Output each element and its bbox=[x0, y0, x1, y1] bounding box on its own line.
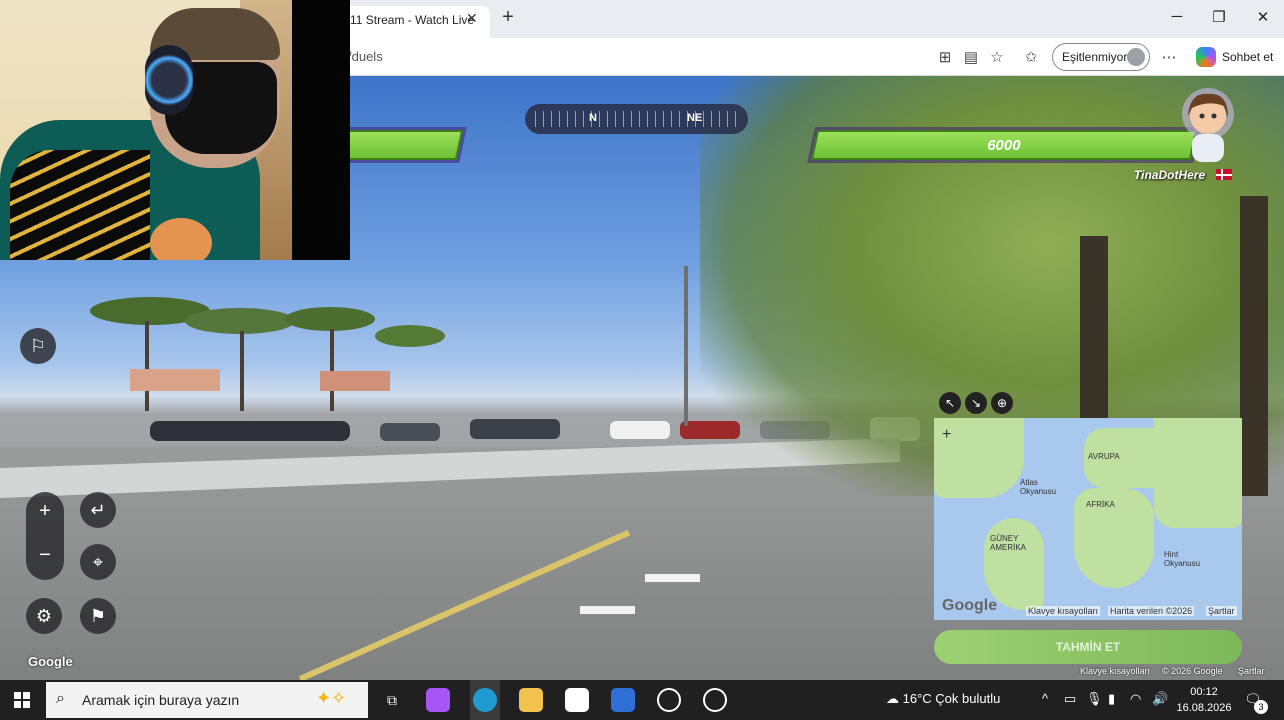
close-icon[interactable]: ✕ bbox=[466, 10, 478, 27]
clock-date: 16.08.2026 bbox=[1176, 702, 1232, 714]
search-icon: ⌕ bbox=[56, 690, 65, 707]
mail-icon[interactable] bbox=[611, 688, 635, 712]
opponent-avatar bbox=[1182, 88, 1234, 162]
restore-icon[interactable]: ❐ bbox=[1210, 8, 1228, 26]
streaming-app-icon[interactable] bbox=[703, 688, 727, 712]
windows-start-icon[interactable] bbox=[14, 692, 30, 708]
screen: N NE 6000 TinaDotHere ⚐ + − ↵ ⌖ ⚙ ⚑ Goog… bbox=[0, 0, 1284, 720]
label-south-america: GÜNEY AMERİKA bbox=[990, 534, 1027, 552]
weather-text: 16°C Çok bulutlu bbox=[902, 691, 1001, 706]
tab-title: 11 Stream - Watch Live bbox=[350, 13, 475, 27]
webcam-border bbox=[292, 0, 350, 260]
map-terms[interactable]: Şartlar bbox=[1206, 606, 1237, 616]
undo-move-icon[interactable]: ↵ bbox=[80, 492, 116, 528]
meet-icon[interactable]: ▭ bbox=[1064, 691, 1076, 707]
headset-icon bbox=[145, 45, 193, 115]
copilot-label[interactable]: Sohbet et bbox=[1222, 50, 1273, 64]
return-to-start-icon[interactable]: ⌖ bbox=[80, 544, 116, 580]
compass-bar: N NE bbox=[525, 104, 748, 134]
battery-icon[interactable]: ▮ bbox=[1108, 691, 1115, 707]
more-icon[interactable]: ⋯ bbox=[1160, 48, 1178, 66]
cloud-icon: ☁ bbox=[886, 691, 903, 706]
sync-button[interactable]: Eşitlenmiyor bbox=[1052, 43, 1150, 71]
copilot-app-icon[interactable] bbox=[426, 688, 450, 712]
asia-land bbox=[1154, 418, 1242, 528]
weather-widget[interactable]: ☁ 16°C Çok bulutlu bbox=[886, 691, 1000, 707]
opponent-name: TinaDotHere bbox=[1134, 168, 1206, 182]
opponent-health-bar: 6000 bbox=[810, 130, 1198, 160]
opponent-health-value: 6000 bbox=[987, 137, 1021, 154]
apps-icon[interactable]: ⊞ bbox=[936, 48, 954, 66]
sparkle-icon: ✦✧ bbox=[316, 688, 347, 708]
window-close-icon[interactable]: ✕ bbox=[1254, 8, 1272, 26]
map-data-credit[interactable]: Harita verileri ©2026 bbox=[1108, 606, 1195, 616]
pine-trees bbox=[90, 297, 445, 411]
notification-count: 3 bbox=[1254, 700, 1268, 714]
map-zoom-in-icon[interactable]: + bbox=[942, 426, 951, 444]
wifi-icon[interactable]: ◠ bbox=[1130, 691, 1141, 707]
volume-icon[interactable]: 🔊 bbox=[1152, 691, 1168, 707]
clock-time: 00:12 bbox=[1190, 686, 1218, 698]
favorite-star-icon[interactable]: ☆ bbox=[988, 48, 1006, 66]
compass-north: N bbox=[589, 112, 597, 124]
copilot-icon[interactable] bbox=[1196, 47, 1216, 67]
google-logo: Google bbox=[28, 654, 73, 669]
report-icon[interactable]: ⚐ bbox=[20, 328, 56, 364]
zoom-in-icon[interactable]: + bbox=[26, 500, 64, 523]
store-icon[interactable] bbox=[565, 688, 589, 712]
favorites-icon[interactable]: ✩ bbox=[1022, 48, 1040, 66]
denmark-flag-icon bbox=[1216, 169, 1232, 180]
road-arrow bbox=[645, 574, 700, 582]
task-view-icon[interactable]: ⧉ bbox=[380, 688, 404, 712]
sv-copyright: © 2026 Google bbox=[1162, 666, 1223, 676]
settings-icon[interactable]: ⚙ bbox=[26, 598, 62, 634]
jacket-stripes bbox=[10, 150, 150, 260]
minimize-icon[interactable]: ─ bbox=[1168, 8, 1186, 25]
tree-trunk bbox=[1240, 196, 1268, 496]
label-africa: AFRİKA bbox=[1086, 500, 1115, 509]
label-indian-ocean: Hint Okyanusu bbox=[1164, 550, 1201, 568]
flag-icon[interactable]: ⚑ bbox=[80, 598, 116, 634]
expand-map-icon[interactable]: ↖ bbox=[939, 392, 961, 414]
map-google-logo: Google bbox=[942, 597, 998, 614]
sv-terms[interactable]: Şartlar bbox=[1238, 666, 1265, 676]
pin-map-icon[interactable]: ⊕ bbox=[991, 392, 1013, 414]
compass-ticks bbox=[535, 111, 738, 127]
recorder-icon[interactable] bbox=[657, 688, 681, 712]
clock[interactable]: 00:12 16.08.2026 bbox=[1176, 684, 1232, 716]
webcam-overlay bbox=[0, 0, 350, 260]
shrink-map-icon[interactable]: ↘ bbox=[965, 392, 987, 414]
hand-object bbox=[150, 218, 212, 260]
plus-icon[interactable]: + bbox=[498, 6, 518, 29]
sync-label: Eşitlenmiyor bbox=[1062, 50, 1128, 64]
url-field[interactable]: /duels bbox=[348, 49, 383, 64]
microphone-icon[interactable]: 🎙 bbox=[1086, 691, 1103, 707]
taskbar-search[interactable]: ⌕ Aramak için buraya yazın ✦✧ bbox=[46, 682, 368, 718]
chevron-up-icon[interactable]: ^ bbox=[1042, 691, 1048, 706]
zoom-out-icon[interactable]: − bbox=[26, 544, 64, 567]
road-arrow bbox=[580, 606, 635, 614]
sv-keyboard-shortcuts[interactable]: Klavye kısayolları bbox=[1080, 666, 1150, 676]
map-keyboard-shortcuts[interactable]: Klavye kısayolları bbox=[1026, 606, 1101, 616]
label-atlantic: Atlas Okyanusu bbox=[1020, 478, 1057, 496]
guess-minimap[interactable]: Atlas Okyanusu AVRUPA AFRİKA GÜNEY AMERİ… bbox=[934, 418, 1242, 620]
guess-button[interactable]: TAHMİN ET bbox=[934, 630, 1242, 664]
taskbar: ⌕ Aramak için buraya yazın ✦✧ ⧉ ☁ 16°C Ç… bbox=[0, 680, 1284, 720]
file-explorer-icon[interactable] bbox=[519, 688, 543, 712]
edge-icon[interactable] bbox=[473, 688, 497, 712]
profile-avatar bbox=[1127, 48, 1145, 66]
compass-northeast: NE bbox=[687, 112, 703, 124]
label-europe: AVRUPA bbox=[1088, 452, 1120, 461]
zoom-control: + − bbox=[26, 492, 64, 580]
search-placeholder: Aramak için buraya yazın bbox=[82, 692, 240, 708]
street-lamp bbox=[684, 266, 688, 426]
reader-icon[interactable]: ▤ bbox=[962, 48, 980, 66]
